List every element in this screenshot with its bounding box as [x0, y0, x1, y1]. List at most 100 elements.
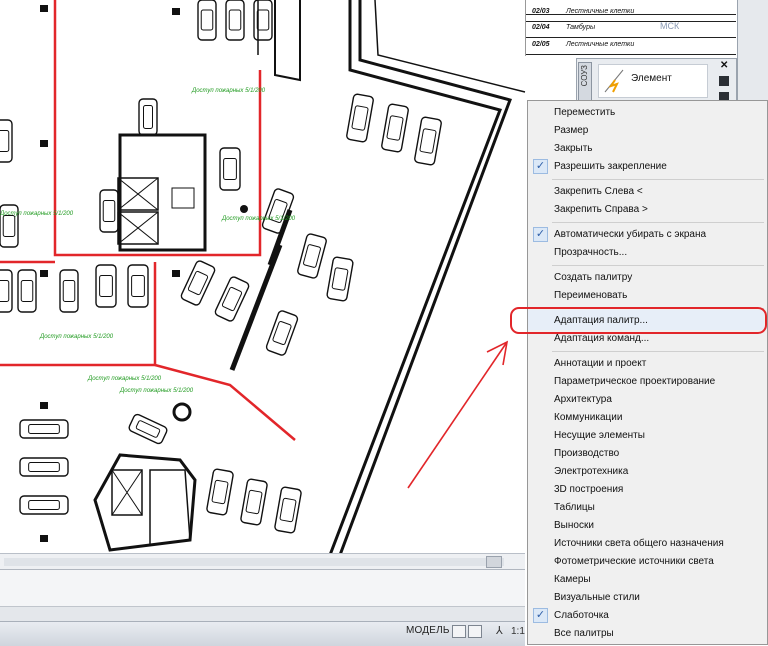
menu-item[interactable]: Фотометрические источники света — [528, 553, 767, 571]
layout-icon[interactable] — [452, 625, 466, 638]
horizontal-scrollbar[interactable] — [0, 553, 525, 570]
title-block-table: 02/03 Лестничные клетки 02/04 Тамбуры 02… — [525, 0, 736, 56]
car-block — [127, 264, 149, 308]
menu-separator — [552, 351, 764, 352]
menu-item[interactable]: Визуальные стили — [528, 589, 767, 607]
menu-item[interactable]: ✓ Слаботочка — [528, 607, 767, 625]
menu-item-label: Закрыть — [554, 143, 593, 154]
check-icon: ✓ — [533, 608, 548, 623]
red-arrow-annotation — [407, 340, 509, 489]
menu-item-label: Слаботочка — [554, 610, 609, 621]
menu-item-label: Переместить — [554, 107, 616, 118]
car-block — [138, 98, 158, 136]
menu-item-label: Архитектура — [554, 394, 612, 405]
car-block — [225, 0, 245, 41]
menu-item-label: Переименовать — [554, 290, 628, 301]
table-row: 02/04 Тамбуры — [526, 23, 736, 38]
menu-item[interactable]: 3D построения — [528, 481, 767, 499]
annotation-label: Доступ пожарных 5/1/200 — [87, 376, 162, 382]
menu-separator — [552, 179, 764, 180]
menu-separator — [552, 265, 764, 266]
car-block — [219, 147, 241, 191]
menu-item-label: Аннотации и проект — [554, 358, 647, 369]
model-tab-button[interactable]: МОДЕЛЬ — [406, 625, 450, 636]
car-block — [253, 0, 273, 41]
car-block — [95, 264, 117, 308]
check-icon: ✓ — [533, 227, 548, 242]
menu-item-label: Фотометрические источники света — [554, 556, 714, 567]
menu-item-label: Несущие элементы — [554, 430, 645, 441]
menu-item-label: Все палитры — [554, 628, 614, 639]
annotation-label: Доступ пожарных 5/1/200 — [191, 88, 266, 94]
menu-item[interactable]: Прозрачность... — [528, 244, 767, 262]
menu-item[interactable]: Архитектура — [528, 391, 767, 409]
menu-item[interactable]: Закрепить Слева < — [528, 183, 767, 201]
menu-item-label: Закрепить Слева < — [554, 186, 643, 197]
car-block — [414, 116, 442, 166]
menu-item[interactable]: ✓ Разрешить закрепление — [528, 158, 767, 176]
car-block — [99, 189, 119, 233]
car-block — [214, 276, 250, 322]
car-block — [0, 269, 13, 313]
menu-item-label: 3D построения — [554, 484, 624, 495]
properties-icon[interactable] — [719, 76, 729, 86]
command-line-window[interactable] — [0, 569, 525, 623]
menu-item-label: Прозрачность... — [554, 247, 628, 258]
menu-item[interactable]: Все палитры — [528, 625, 767, 643]
menu-item-label: Электротехника — [554, 466, 629, 477]
car-block — [381, 103, 409, 153]
car-block — [59, 269, 79, 313]
menu-item[interactable]: Выноски — [528, 517, 767, 535]
menu-item[interactable]: Несущие элементы — [528, 427, 767, 445]
menu-item[interactable]: Таблицы — [528, 499, 767, 517]
menu-item[interactable]: Электротехника — [528, 463, 767, 481]
menu-item-label: Размер — [554, 125, 589, 136]
car-block — [180, 260, 216, 306]
tool-palette-tab[interactable]: СОУЗ — [578, 62, 592, 102]
annotation-scale-value[interactable]: 1:1 — [511, 626, 525, 637]
close-icon[interactable]: ✕ — [720, 60, 728, 71]
menu-item-label: Создать палитру — [554, 272, 633, 283]
menu-item-label: Адаптация команд... — [554, 333, 650, 344]
menu-item[interactable]: Коммуникации — [528, 409, 767, 427]
menu-item-label: Автоматически убирать с экрана — [554, 229, 707, 240]
menu-item[interactable]: ✓ Автоматически убирать с экрана — [528, 226, 767, 244]
menu-item[interactable]: Источники света общего назначения — [528, 535, 767, 553]
annotation-label: Доступ пожарных 5/1/200 — [221, 216, 296, 222]
menu-item-label: Производство — [554, 448, 620, 459]
annotation-label: Доступ пожарных 5/1/200 — [119, 388, 194, 394]
check-icon: ✓ — [533, 159, 548, 174]
car-block — [17, 269, 37, 313]
menu-item[interactable]: Аннотации и проект — [528, 355, 767, 373]
tool-palette-item-element[interactable]: Элемент — [598, 64, 708, 98]
annotation-label: Доступ пожарных 5/1/200 — [0, 211, 74, 217]
menu-item-label: Разрешить закрепление — [554, 161, 667, 172]
car-block — [128, 413, 168, 445]
menu-item[interactable]: Производство — [528, 445, 767, 463]
menu-item-label: Камеры — [554, 574, 591, 585]
menu-item-label: Таблицы — [554, 502, 595, 513]
menu-separator — [552, 222, 764, 223]
menu-item[interactable]: Параметрическое проектирование — [528, 373, 767, 391]
ucs-indicator[interactable]: МСК — [660, 21, 679, 31]
car-block — [346, 93, 374, 143]
quick-view-icon[interactable] — [468, 625, 482, 638]
menu-item[interactable]: Закрыть — [528, 140, 767, 158]
annotation-scale-icon[interactable]: ⅄ — [496, 624, 503, 637]
menu-item[interactable]: Камеры — [528, 571, 767, 589]
car-block — [274, 486, 302, 534]
stairwell-building — [117, 133, 207, 252]
menu-item[interactable]: Переместить — [528, 104, 767, 122]
element-tool-icon — [604, 69, 624, 93]
menu-item[interactable]: Размер — [528, 122, 767, 140]
car-block — [0, 119, 13, 163]
ramp-walls — [257, 0, 526, 556]
menu-item[interactable]: Закрепить Справа > — [528, 201, 767, 219]
parked-cars — [0, 0, 442, 534]
scroll-thumb[interactable] — [486, 556, 502, 568]
scroll-track[interactable] — [4, 558, 504, 566]
car-block — [297, 233, 327, 279]
menu-item[interactable]: Создать палитру — [528, 269, 767, 287]
table-row: 02/05 Лестничные клетки — [526, 40, 736, 55]
menu-item[interactable]: Переименовать — [528, 287, 767, 305]
